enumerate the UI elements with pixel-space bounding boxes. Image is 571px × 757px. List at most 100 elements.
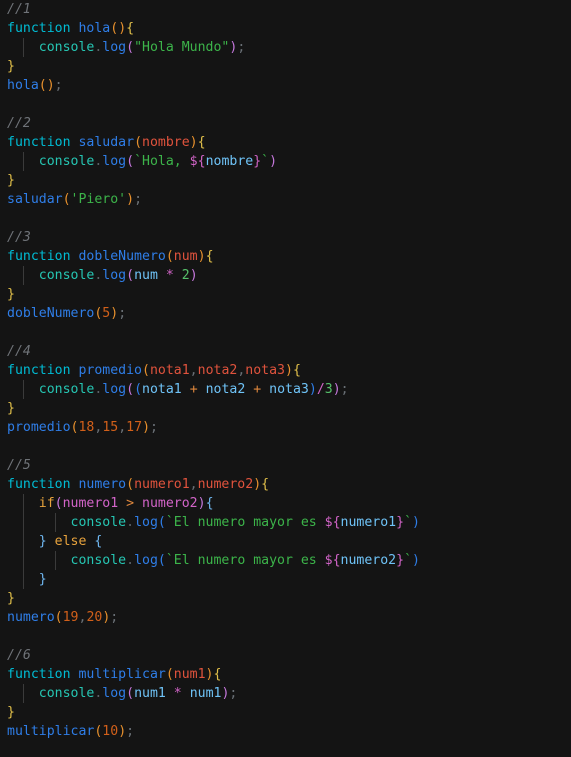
comment-token: //6 — [7, 648, 31, 663]
parameter-name: nota3 — [245, 363, 285, 378]
variable-ref: numero1 — [340, 515, 397, 530]
template-expr-close: } — [253, 154, 262, 169]
semicolon: ; — [110, 610, 119, 625]
operator-greater-than: > — [126, 496, 135, 511]
code-line[interactable]: promedio(18,15,17); — [7, 418, 571, 437]
operator-divide: / — [316, 382, 325, 397]
paren-close: ) — [284, 363, 293, 378]
code-line[interactable]: console.log("Hola Mundo"); — [7, 38, 571, 57]
variable-ref: nota1 — [142, 382, 182, 397]
paren-open: ( — [134, 135, 143, 150]
code-editor[interactable]: //1 function hola(){ console.log("Hola M… — [0, 0, 571, 757]
code-line[interactable]: } else { — [7, 532, 571, 551]
code-line[interactable]: } — [7, 589, 571, 608]
code-line[interactable]: console.log((nota1 + nota2 + nota3)/3); — [7, 380, 571, 399]
code-line[interactable]: multiplicar(10); — [7, 722, 571, 741]
code-line[interactable]: console.log(`Hola, ${nombre}`) — [7, 152, 571, 171]
template-backtick: ` — [165, 553, 174, 568]
code-line[interactable]: function saludar(nombre){ — [7, 133, 571, 152]
operator-plus: + — [189, 382, 198, 397]
template-expr-open: ${ — [189, 154, 206, 169]
code-line[interactable]: //1 — [7, 0, 571, 19]
operator-plus: + — [253, 382, 262, 397]
paren-open: ( — [110, 21, 119, 36]
member-dot: . — [126, 553, 135, 568]
variable-ref: num — [134, 268, 158, 283]
code-line[interactable]: } — [7, 285, 571, 304]
comma: , — [189, 477, 198, 492]
code-line[interactable]: saludar('Piero'); — [7, 190, 571, 209]
blank-line[interactable] — [7, 323, 571, 342]
keyword-if: if — [38, 496, 55, 511]
parameter-name: num1 — [173, 667, 206, 682]
code-line[interactable]: numero(19,20); — [7, 608, 571, 627]
code-line[interactable]: dobleNumero(5); — [7, 304, 571, 323]
code-line[interactable]: } — [7, 570, 571, 589]
function-name: dobleNumero — [78, 249, 166, 264]
brace-close: } — [7, 59, 15, 74]
code-line[interactable]: console.log(`El numero mayor es ${numero… — [7, 551, 571, 570]
template-expr-open: ${ — [324, 515, 341, 530]
code-line[interactable]: //3 — [7, 228, 571, 247]
brace-close: } — [38, 534, 47, 549]
code-line[interactable]: function hola(){ — [7, 19, 571, 38]
object-console: console — [38, 40, 95, 55]
object-console: console — [38, 686, 95, 701]
code-line[interactable]: //4 — [7, 342, 571, 361]
comma: , — [189, 363, 198, 378]
comment-token: //5 — [7, 458, 31, 473]
paren-close: ) — [126, 192, 135, 207]
code-line[interactable]: function promedio(nota1,nota2,nota3){ — [7, 361, 571, 380]
code-line[interactable]: console.log(num * 2) — [7, 266, 571, 285]
paren-open: ( — [126, 686, 135, 701]
parameter-name: nota2 — [197, 363, 238, 378]
blank-line[interactable] — [7, 209, 571, 228]
semicolon: ; — [229, 686, 238, 701]
code-line[interactable]: } — [7, 57, 571, 76]
number-literal: 10 — [102, 724, 119, 739]
method-log: log — [134, 553, 158, 568]
indent-guide — [23, 551, 24, 570]
code-line[interactable]: function dobleNumero(num){ — [7, 247, 571, 266]
paren-close: ) — [269, 154, 278, 169]
brace-close: } — [7, 705, 15, 720]
code-line[interactable]: //5 — [7, 456, 571, 475]
paren-close: ) — [205, 667, 214, 682]
code-line[interactable]: console.log(num1 * num1); — [7, 684, 571, 703]
function-name: hola — [78, 21, 111, 36]
template-backtick: ` — [404, 515, 413, 530]
number-literal: 15 — [102, 420, 119, 435]
code-line[interactable]: } — [7, 399, 571, 418]
paren-close: ) — [412, 515, 420, 530]
method-log: log — [102, 154, 127, 169]
paren-open: ( — [134, 382, 143, 397]
method-log: log — [102, 268, 127, 283]
code-line[interactable]: //6 — [7, 646, 571, 665]
template-text: El numero mayor es — [173, 515, 325, 530]
code-line[interactable]: function numero(numero1,numero2){ — [7, 475, 571, 494]
paren-open: ( — [165, 667, 174, 682]
function-call: promedio — [7, 420, 71, 435]
code-line[interactable]: } — [7, 703, 571, 722]
code-line[interactable]: console.log(`El numero mayor es ${numero… — [7, 513, 571, 532]
member-dot: . — [126, 515, 135, 530]
template-text: Hola, — [142, 154, 190, 169]
template-backtick: ` — [261, 154, 270, 169]
brace-close: } — [7, 401, 15, 416]
code-line[interactable]: function multiplicar(num1){ — [7, 665, 571, 684]
template-expr-close: } — [396, 515, 405, 530]
blank-line[interactable] — [7, 95, 571, 114]
code-line[interactable]: //2 — [7, 114, 571, 133]
blank-line[interactable] — [7, 627, 571, 646]
method-log: log — [102, 382, 127, 397]
blank-line[interactable] — [7, 437, 571, 456]
indent-guide — [23, 513, 24, 532]
code-line[interactable]: if(numero1 > numero2){ — [7, 494, 571, 513]
variable-ref: numero2 — [340, 553, 397, 568]
code-line[interactable]: hola(); — [7, 76, 571, 95]
code-content[interactable]: //1 function hola(){ console.log("Hola M… — [0, 0, 571, 741]
parameter-name: num — [173, 249, 198, 264]
function-name: promedio — [78, 363, 143, 378]
comment-token: //1 — [7, 2, 31, 17]
code-line[interactable]: } — [7, 171, 571, 190]
